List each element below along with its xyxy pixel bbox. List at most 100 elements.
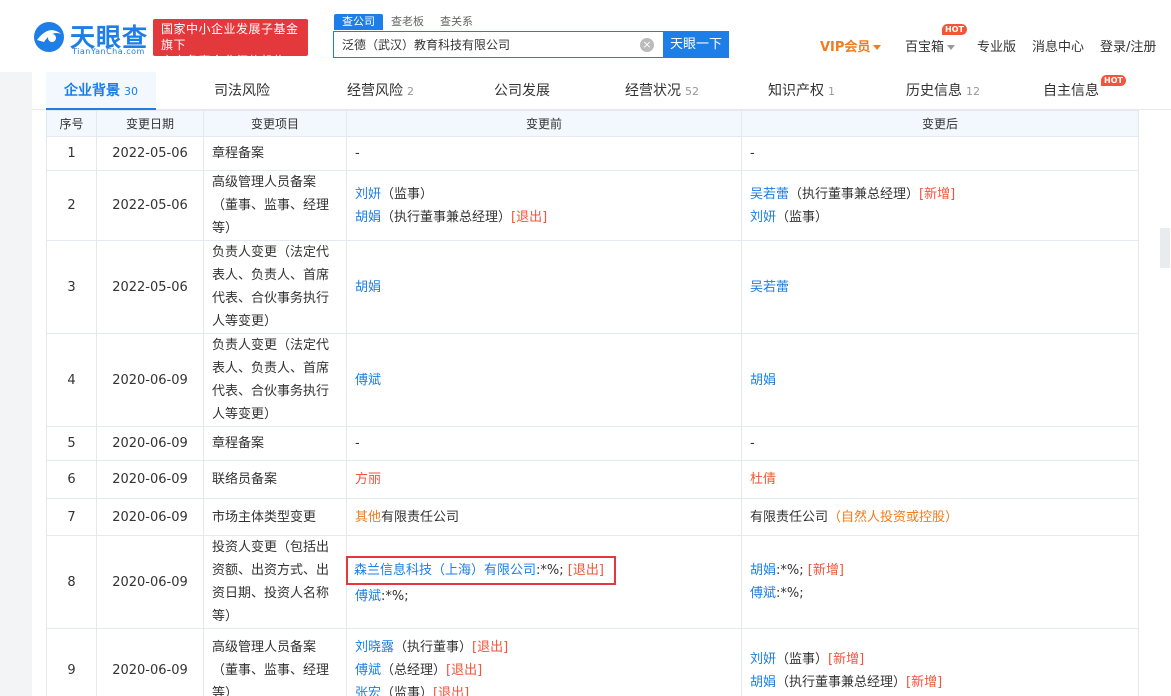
table-row: 9 2020-06-09 高级管理人员备案（董事、监事、经理等） 刘晓露（执行董… bbox=[46, 628, 1139, 696]
person-role: （监事） bbox=[381, 686, 434, 696]
tab-label: 公司发展 bbox=[494, 83, 550, 99]
tab-intellectual-property[interactable]: 知识产权 1 bbox=[768, 72, 835, 110]
new-tag: [新增] bbox=[807, 563, 844, 578]
tianyancha-logo[interactable]: 天眼查 TianYanCha.com bbox=[32, 18, 152, 58]
diff-text: 有限责任公司 bbox=[381, 509, 460, 525]
person-link[interactable]: 胡娟 bbox=[750, 563, 776, 578]
person-link[interactable]: 傅斌 bbox=[355, 663, 381, 678]
cell-before: - bbox=[346, 136, 742, 171]
change-entry: 森兰信息科技（上海）有限公司:*%; [退出] bbox=[346, 556, 733, 585]
cell-item: 章程备案 bbox=[203, 426, 347, 461]
baibaoxiang-label: 百宝箱 bbox=[905, 40, 945, 55]
cell-date: 2020-06-09 bbox=[96, 426, 204, 461]
cell-before: 其他有限责任公司 bbox=[346, 498, 742, 536]
cell-after: - bbox=[741, 136, 1139, 171]
cell-before: 刘妍（监事） 胡娟（执行董事兼总经理）[退出] bbox=[346, 170, 742, 241]
share-ratio: :*%; bbox=[776, 586, 804, 601]
tab-label: 经营状况 bbox=[625, 83, 681, 99]
cell-date: 2020-06-09 bbox=[96, 535, 204, 629]
cell-item: 市场主体类型变更 bbox=[203, 498, 347, 536]
exit-tag: [退出] bbox=[433, 686, 470, 696]
person-link[interactable]: 刘晓露 bbox=[355, 640, 394, 655]
cell-date: 2020-06-09 bbox=[96, 333, 204, 427]
person-link[interactable]: 胡娟 bbox=[355, 280, 381, 295]
tab-history-info[interactable]: 历史信息 12 bbox=[906, 72, 980, 110]
cell-item: 高级管理人员备案（董事、监事、经理等） bbox=[203, 170, 347, 241]
person-link[interactable]: 傅斌 bbox=[355, 589, 381, 604]
change-records-table: 序号 变更日期 变更项目 变更前 变更后 1 2022-05-06 章程备案 -… bbox=[46, 110, 1139, 696]
cell-no: 1 bbox=[46, 136, 97, 171]
person-link[interactable]: 傅斌 bbox=[750, 586, 776, 601]
baibaoxiang-menu[interactable]: 百宝箱 bbox=[905, 36, 956, 55]
company-link[interactable]: 森兰信息科技（上海）有限公司 bbox=[354, 563, 536, 578]
person-link[interactable]: 刘妍 bbox=[750, 210, 776, 225]
cell-after: 杜倩 bbox=[741, 460, 1139, 499]
chevron-down-icon bbox=[873, 45, 882, 50]
tab-self-info[interactable]: 自主信息 bbox=[1043, 72, 1099, 110]
person-link[interactable]: 胡娟 bbox=[750, 373, 776, 388]
cell-before: 胡娟 bbox=[346, 240, 742, 334]
cell-date: 2022-05-06 bbox=[96, 170, 204, 241]
tab-business-status[interactable]: 经营状况 52 bbox=[625, 72, 699, 110]
tab-operating-risk[interactable]: 经营风险 2 bbox=[347, 72, 414, 110]
cell-item: 负责人变更（法定代表人、负责人、首席代表、合伙事务执行人等变更） bbox=[203, 333, 347, 427]
tab-label: 司法风险 bbox=[214, 83, 270, 99]
search-tab-relation[interactable]: 查关系 bbox=[440, 14, 473, 30]
login-register-link[interactable]: 登录/注册 bbox=[1100, 36, 1156, 55]
cell-no: 3 bbox=[46, 240, 97, 334]
person-role: （监事） bbox=[776, 651, 829, 667]
cell-before: - bbox=[346, 426, 742, 461]
search-button[interactable]: 天眼一下 bbox=[663, 31, 729, 58]
share-ratio: :*%; bbox=[536, 563, 564, 578]
change-entry: 刘晓露（执行董事）[退出] bbox=[355, 636, 733, 659]
person-role: （执行董事兼总经理） bbox=[381, 209, 512, 225]
changed-name: 方丽 bbox=[355, 472, 382, 487]
person-link[interactable]: 傅斌 bbox=[355, 373, 381, 388]
diff-highlight: 其他 bbox=[355, 509, 382, 525]
cell-item: 高级管理人员备案（董事、监事、经理等） bbox=[203, 628, 347, 696]
search-tab-boss[interactable]: 查老板 bbox=[391, 14, 424, 30]
person-role: （执行董事兼总经理） bbox=[789, 186, 920, 202]
person-role: （监事） bbox=[776, 209, 829, 225]
diff-text: 有限责任公司 bbox=[750, 509, 829, 525]
person-link[interactable]: 吴若蕾 bbox=[750, 187, 789, 202]
cell-after: 胡娟:*%; [新增] 傅斌:*%; bbox=[741, 535, 1139, 629]
change-records-panel: 序号 变更日期 变更项目 变更前 变更后 1 2022-05-06 章程备案 -… bbox=[32, 110, 1171, 696]
person-role: （执行董事兼总经理） bbox=[776, 674, 907, 690]
tab-judicial-risk[interactable]: 司法风险 bbox=[214, 72, 270, 110]
tab-label: 自主信息 bbox=[1043, 83, 1099, 99]
search-input[interactable] bbox=[342, 32, 632, 57]
person-link[interactable]: 胡娟 bbox=[750, 675, 776, 690]
table-row: 5 2020-06-09 章程备案 - - bbox=[46, 426, 1139, 461]
table-row: 2 2022-05-06 高级管理人员备案（董事、监事、经理等） 刘妍（监事） … bbox=[46, 170, 1139, 241]
tab-count: 52 bbox=[685, 85, 699, 98]
cell-before: 森兰信息科技（上海）有限公司:*%; [退出] 傅斌 :*%; bbox=[346, 535, 742, 629]
changed-name: 杜倩 bbox=[750, 472, 777, 487]
tab-enterprise-background[interactable]: 企业背景 30 bbox=[46, 72, 156, 110]
cell-before: 傅斌 bbox=[346, 333, 742, 427]
person-link[interactable]: 吴若蕾 bbox=[750, 280, 789, 295]
chevron-down-icon bbox=[947, 45, 956, 50]
highlight-box: 森兰信息科技（上海）有限公司:*%; [退出] bbox=[346, 556, 616, 585]
person-link[interactable]: 刘妍 bbox=[355, 187, 381, 202]
table-row: 3 2022-05-06 负责人变更（法定代表人、负责人、首席代表、合伙事务执行… bbox=[46, 240, 1139, 334]
cell-item: 章程备案 bbox=[203, 136, 347, 171]
change-entry: 傅斌（总经理）[退出] bbox=[355, 659, 733, 682]
vip-member-link[interactable]: VIP会员 bbox=[820, 36, 882, 55]
person-link[interactable]: 张宏 bbox=[355, 686, 381, 696]
tab-count: 30 bbox=[124, 85, 138, 98]
tab-company-development[interactable]: 公司发展 bbox=[494, 72, 550, 110]
clear-icon[interactable]: × bbox=[640, 38, 654, 52]
message-center-link[interactable]: 消息中心 bbox=[1032, 36, 1084, 55]
change-entry: 胡娟:*%; [新增] bbox=[750, 559, 1130, 582]
cell-date: 2022-05-06 bbox=[96, 136, 204, 171]
cell-before: 方丽 bbox=[346, 460, 742, 499]
cell-after: 胡娟 bbox=[741, 333, 1139, 427]
person-role: （总经理） bbox=[381, 663, 447, 678]
cell-no: 7 bbox=[46, 498, 97, 536]
person-link[interactable]: 刘妍 bbox=[750, 652, 776, 667]
pro-version-link[interactable]: 专业版 bbox=[977, 36, 1016, 55]
logo-eye-icon bbox=[34, 22, 64, 52]
search-tab-company[interactable]: 查公司 bbox=[334, 14, 383, 30]
person-link[interactable]: 胡娟 bbox=[355, 210, 381, 225]
